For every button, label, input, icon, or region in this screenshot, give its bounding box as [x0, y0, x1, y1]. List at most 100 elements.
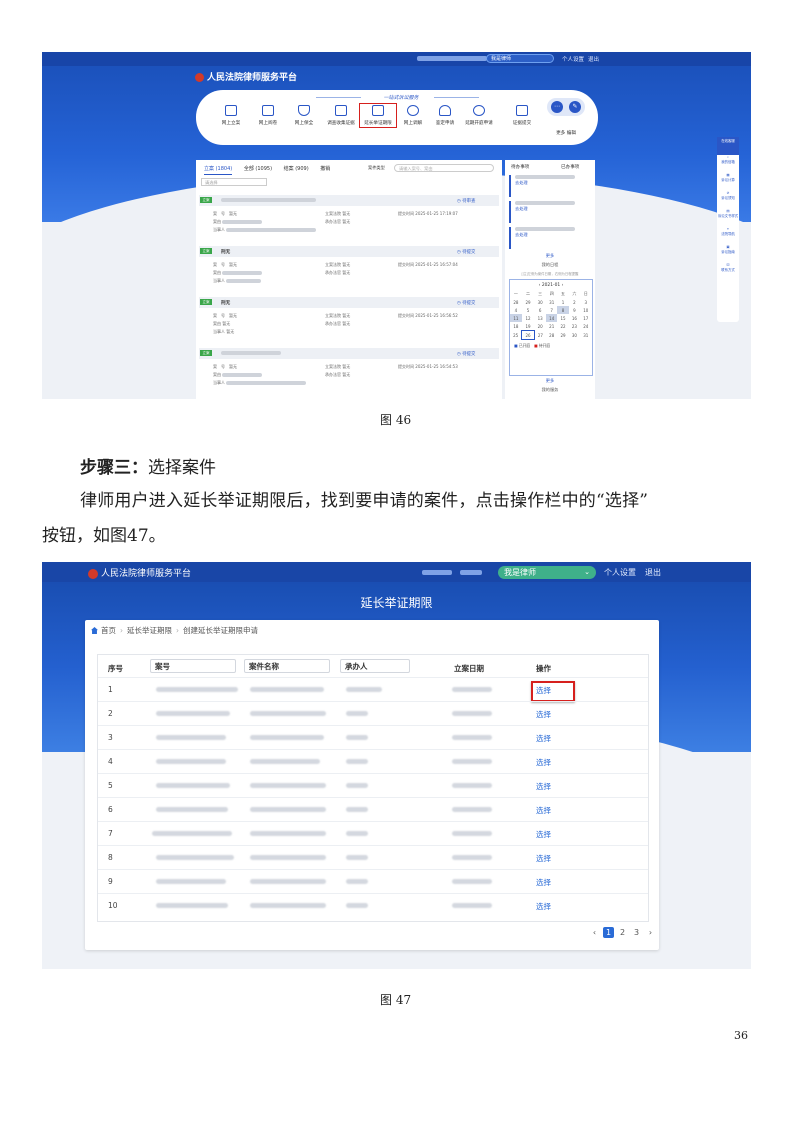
- page-button-1[interactable]: 1: [603, 927, 614, 938]
- service-postpone-hearing[interactable]: 延期开庭申请: [462, 105, 496, 126]
- paragraph-line-2: 按钮，如图47。: [42, 526, 166, 546]
- table-row: 6 选择: [98, 797, 648, 822]
- tab-withdrawn[interactable]: 撤销: [320, 166, 330, 172]
- breadcrumb-extend[interactable]: 延长举证期限: [127, 626, 172, 635]
- calendar-title: 我的日程: [541, 262, 559, 267]
- breadcrumb-home[interactable]: 首页: [101, 626, 116, 635]
- tab-filed[interactable]: 立案 (1804): [204, 166, 233, 175]
- case-type-filter[interactable]: 案件类型: [368, 165, 385, 171]
- case-select[interactable]: 请选择: [201, 178, 267, 186]
- rail-item[interactable]: ⌕ 我的信箱: [717, 155, 739, 173]
- select-button[interactable]: 选择: [536, 733, 551, 744]
- figure-47-screenshot: 人民法院律师服务平台 我是律师 ⌄ 个人设置 退出 延长举证期限 首页 › 延长举证期…: [42, 562, 751, 969]
- case-status: ◷ 待提交: [457, 250, 476, 255]
- service-online-mediation[interactable]: 网上调解: [396, 105, 430, 126]
- case-card[interactable]: 立案 ◷ 待审查 案 号 暂无 立案法院 暂无 提交时间 2025-01-25 17…: [199, 195, 499, 243]
- service-panel-title: 一站式诉讼服务: [383, 95, 419, 101]
- col-header-case-no[interactable]: 案号: [150, 659, 236, 673]
- people-icon: [407, 105, 419, 116]
- role-select[interactable]: 我是律师: [486, 54, 554, 63]
- select-button[interactable]: 选择: [536, 709, 551, 720]
- page-button-3[interactable]: 3: [631, 927, 642, 938]
- calendar-month: ‹ 2021-01 ›: [538, 283, 564, 288]
- case-title: 刑无: [221, 250, 231, 255]
- service-extend-evidence-period[interactable]: 延长举证期限: [359, 103, 397, 128]
- case-title: [221, 351, 281, 357]
- service-appraisal[interactable]: 鉴定申请: [428, 105, 462, 126]
- select-button[interactable]: 选择: [536, 877, 551, 888]
- done-tab[interactable]: 已办事项: [561, 164, 579, 170]
- todo-item[interactable]: 去处理: [509, 175, 591, 197]
- page-number: 36: [734, 1029, 748, 1042]
- select-button[interactable]: 选择: [536, 829, 551, 840]
- status-badge: 立案: [200, 299, 212, 305]
- status-badge: 立案: [200, 197, 212, 203]
- rail-item[interactable]: 在线客服: [717, 137, 739, 155]
- table-row: 2 选择: [98, 701, 648, 726]
- col-header-case-name[interactable]: 案件名称: [244, 659, 330, 673]
- case-status: ◷ 待提交: [457, 352, 476, 357]
- service-evidence-submit[interactable]: 证据提交: [505, 105, 539, 126]
- table-row: 7 选择: [98, 821, 648, 846]
- service-online-review[interactable]: 网上阅卷: [251, 105, 285, 126]
- tab-closed[interactable]: 结案 (909): [284, 166, 309, 172]
- figure-47-caption: 图 47: [380, 993, 412, 1007]
- page-title: 延长举证期限: [360, 596, 433, 610]
- case-card[interactable]: 立案 刑无 ◷ 待提交 案 号 暂无 立案法院 暂无 提交时间 2025-01-25…: [199, 297, 499, 345]
- service-preservation[interactable]: 网上保全: [287, 105, 321, 126]
- select-button[interactable]: 选择: [536, 853, 551, 864]
- rail-item[interactable]: ☏ 联系方式: [717, 263, 739, 281]
- select-button[interactable]: 选择: [536, 805, 551, 816]
- case-card[interactable]: 立案 刑无 ◷ 待提交 案 号 暂无 立案法院 暂无 提交时间 2025-01-25…: [199, 246, 499, 294]
- logout-link[interactable]: 退出: [645, 567, 661, 578]
- settings-link[interactable]: 个人设置: [604, 567, 636, 578]
- table-row: 9 选择: [98, 869, 648, 894]
- rail-item[interactable]: ⊘ 诉讼须知: [717, 191, 739, 209]
- rail-item[interactable]: ▣ 诉讼指南: [717, 245, 739, 263]
- court-emblem-icon: [88, 568, 98, 579]
- status-badge: 立案: [200, 350, 212, 356]
- rail-item[interactable]: ▦ 诉讼计算: [717, 173, 739, 191]
- todo-tab[interactable]: 待办事项: [511, 164, 529, 170]
- role-select[interactable]: 我是律师 ⌄: [498, 566, 596, 579]
- highlight-box: [531, 681, 575, 702]
- page-button-2[interactable]: 2: [617, 927, 628, 938]
- page-next-button[interactable]: ›: [645, 927, 656, 938]
- service-evidence-collection[interactable]: 调查收集证据: [324, 105, 358, 126]
- case-status: ◷ 待提交: [457, 301, 476, 306]
- rail-item[interactable]: ▤ 诉讼文书样式: [717, 209, 739, 227]
- table-row: 5 选择: [98, 773, 648, 798]
- select-button[interactable]: 选择: [536, 781, 551, 792]
- breadcrumb: 首页 › 延长举证期限 › 创建延长举证期限申请: [91, 625, 258, 636]
- todo-more-link[interactable]: 更多: [505, 253, 595, 259]
- settings-link[interactable]: 个人设置: [562, 55, 584, 63]
- my-service-title: 我的服务: [541, 387, 559, 392]
- todo-item[interactable]: 去处理: [509, 201, 591, 223]
- tab-all[interactable]: 全部 (1095): [244, 166, 272, 172]
- brand-title: 人民法院律师服务平台: [88, 566, 191, 579]
- calendar-more-link[interactable]: 更多: [505, 378, 595, 384]
- select-button[interactable]: 选择: [536, 901, 551, 912]
- shield-icon: [298, 105, 310, 116]
- service-online-filing[interactable]: 网上立案: [214, 105, 248, 126]
- page-prev-button[interactable]: ‹: [589, 927, 600, 938]
- col-header-handler[interactable]: 承办人: [340, 659, 410, 673]
- table-row: 1 选择: [98, 677, 648, 702]
- table-row: 10 选择: [98, 893, 648, 918]
- select-button[interactable]: 选择: [536, 757, 551, 768]
- figure-46-screenshot: 我是律师 个人设置 退出 人民法院律师服务平台 一站式诉讼服务 网上立案 网上阅…: [42, 52, 751, 399]
- pagination: ‹ 1 2 3 ›: [589, 927, 659, 938]
- calendar: ‹ 2021-01 › 一二三四五六日 28 29 30 31 1 2 3 4 5 6 7 8 9 10…: [509, 279, 593, 376]
- todo-item[interactable]: 去处理: [509, 227, 591, 249]
- table-row: 8 选择: [98, 845, 648, 870]
- top-bar: 人民法院律师服务平台 我是律师 ⌄ 个人设置 退出: [42, 562, 751, 582]
- more-edit-label: 更多 编辑: [556, 131, 576, 136]
- case-search-input[interactable]: 请输入案号、案由: [394, 164, 494, 172]
- monitor-icon: [516, 105, 528, 116]
- case-card[interactable]: 立案 ◷ 待提交 案 号 暂无 立案法院 暂无 提交时间 2025-01-25 16…: [199, 348, 499, 396]
- more-toggle[interactable]: ⋯ ✎: [547, 98, 585, 116]
- top-bar: 我是律师 个人设置 退出: [42, 52, 751, 66]
- logout-link[interactable]: 退出: [588, 55, 599, 63]
- rail-item[interactable]: ⌖ 法院导航: [717, 227, 739, 245]
- content-panel: 首页 › 延长举证期限 › 创建延长举证期限申请 序号 案号 案件名称 承办人 立案日期…: [85, 620, 659, 950]
